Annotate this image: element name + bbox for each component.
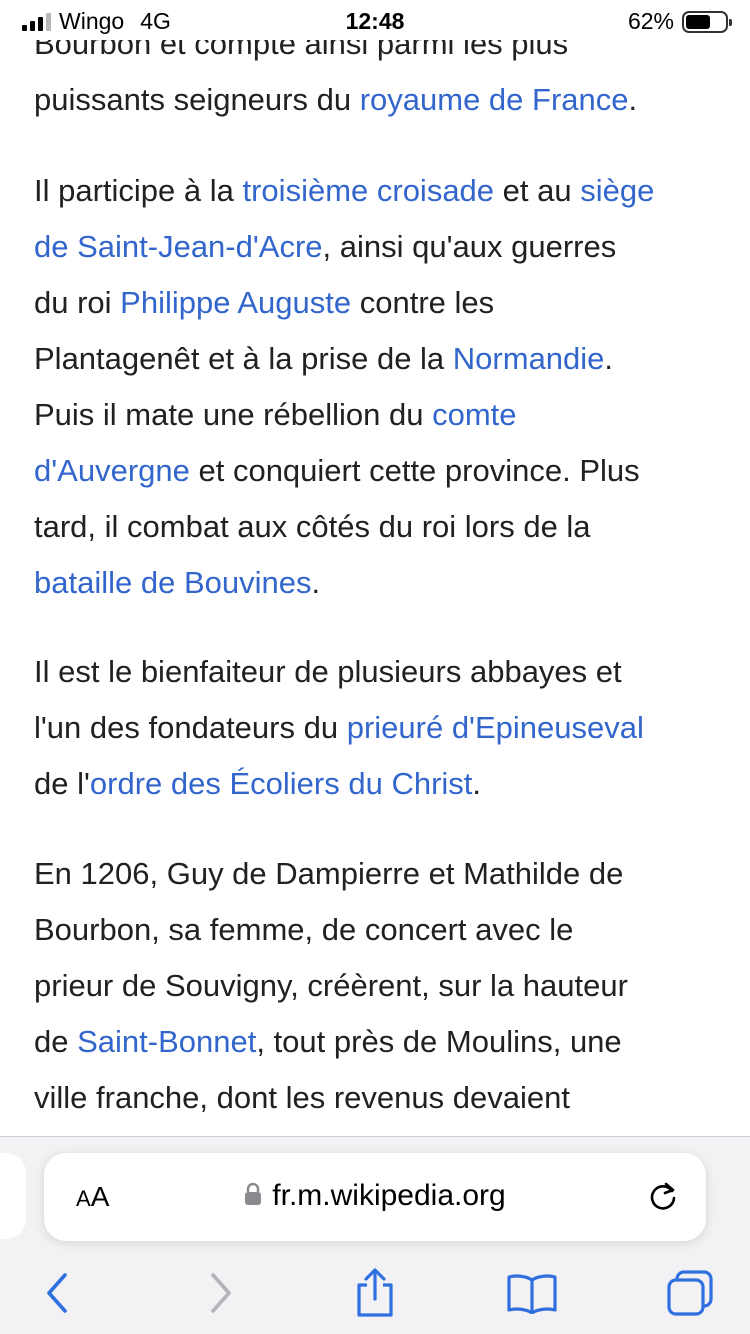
text-line: d'Auvergne et conquiert cette province. … bbox=[34, 453, 640, 488]
forward-icon bbox=[205, 1271, 235, 1320]
text-line: bataille de Bouvines. bbox=[34, 565, 320, 600]
tabs-button[interactable] bbox=[660, 1265, 720, 1325]
text-span: l'un des fondateurs du bbox=[34, 710, 347, 745]
text-span: du roi bbox=[34, 285, 121, 320]
paragraph-4: En 1206, Guy de Dampierre et Mathilde de… bbox=[34, 846, 628, 1126]
link-normandie[interactable]: Normandie bbox=[453, 341, 605, 376]
share-button[interactable] bbox=[345, 1265, 405, 1325]
link-troisieme-croisade[interactable]: troisième croisade bbox=[243, 173, 495, 208]
text-span: En 1206, Guy de Dampierre et Mathilde de bbox=[34, 856, 624, 891]
share-icon bbox=[353, 1267, 397, 1324]
text-line: Plantagenêt et à la prise de la Normandi… bbox=[34, 341, 613, 376]
link-siege-de-saint-jean-dacre[interactable]: siège bbox=[580, 173, 654, 208]
text-span: , tout près de Moulins, une bbox=[256, 1024, 622, 1059]
text-line: Il est le bienfaiteur de plusieurs abbay… bbox=[34, 654, 622, 689]
text-line: l'un des fondateurs du prieuré d'Epineus… bbox=[34, 710, 644, 745]
previous-tab-preview[interactable] bbox=[0, 1153, 26, 1239]
text-span: . bbox=[311, 565, 321, 600]
status-bar: Wingo 4G 12:48 62% bbox=[0, 0, 750, 40]
text-line: En 1206, Guy de Dampierre et Mathilde de bbox=[34, 856, 623, 891]
text-span: Il est le bienfaiteur de plusieurs abbay… bbox=[34, 654, 622, 689]
text-line: Puis il mate une rébellion du comte bbox=[34, 397, 517, 432]
text-line: ville franche, dont les revenus devaient bbox=[34, 1080, 570, 1115]
url-display[interactable]: fr.m.wikipedia.org bbox=[44, 1179, 706, 1214]
text-line: Il participe à la troisième croisade et … bbox=[34, 173, 654, 208]
url-text: fr.m.wikipedia.org bbox=[272, 1179, 506, 1212]
text-span: prieur de Souvigny, créèrent, sur la hau… bbox=[34, 968, 628, 1003]
text-span: puissants seigneurs du bbox=[34, 82, 360, 117]
text-span: , ainsi qu'aux guerres bbox=[322, 229, 617, 264]
text-span: Plantagenêt et à la prise de la bbox=[34, 341, 453, 376]
back-icon bbox=[43, 1271, 73, 1320]
reload-icon bbox=[646, 1182, 680, 1217]
link-ordre-des-ecoliers-du-christ[interactable]: ordre des Écoliers du Christ bbox=[90, 766, 473, 801]
address-bar[interactable]: AA fr.m.wikipedia.org bbox=[44, 1153, 706, 1241]
text-span: de l' bbox=[34, 766, 90, 801]
link-saint-bonnet[interactable]: Saint-Bonnet bbox=[77, 1024, 256, 1059]
text-span: . bbox=[472, 766, 482, 801]
text-line: puissants seigneurs du royaume de France… bbox=[34, 82, 637, 117]
bookmarks-button[interactable] bbox=[502, 1265, 562, 1325]
text-span: . bbox=[628, 82, 638, 117]
link-comte-dauvergne[interactable]: comte bbox=[432, 397, 516, 432]
battery-percent: 62% bbox=[627, 8, 674, 34]
forward-button[interactable] bbox=[190, 1265, 250, 1325]
link-comte-dauvergne-cont[interactable]: d'Auvergne bbox=[34, 453, 190, 488]
text-line: du roi Philippe Auguste contre les bbox=[34, 285, 494, 320]
battery-icon bbox=[682, 10, 732, 33]
text-line: de l'ordre des Écoliers du Christ. bbox=[34, 766, 481, 801]
text-span: . bbox=[604, 341, 614, 376]
text-span: ville franche, dont les revenus devaient bbox=[34, 1080, 570, 1115]
link-royaume-de-france[interactable]: royaume de France bbox=[360, 82, 629, 117]
text-span: Puis il mate une rébellion du bbox=[34, 397, 433, 432]
link-siege-de-saint-jean-dacre-cont[interactable]: de Saint-Jean-d'Acre bbox=[34, 229, 323, 264]
text-span: Il participe à la bbox=[34, 173, 243, 208]
status-right: 62% bbox=[627, 8, 732, 35]
browser-toolbar: AA fr.m.wikipedia.org bbox=[0, 1136, 750, 1334]
text-span: contre les bbox=[351, 285, 495, 320]
back-button[interactable] bbox=[28, 1265, 88, 1325]
tabs-icon bbox=[665, 1268, 715, 1323]
link-philippe-auguste[interactable]: Philippe Auguste bbox=[120, 285, 351, 320]
text-span: tard, il combat aux côtés du roi lors de… bbox=[34, 509, 591, 544]
text-span: de bbox=[34, 1024, 78, 1059]
text-span: et au bbox=[494, 173, 581, 208]
text-span: Bourbon, sa femme, de concert avec le bbox=[34, 912, 574, 947]
paragraph-2: Il participe à la troisième croisade et … bbox=[34, 163, 654, 611]
link-bataille-de-bouvines[interactable]: bataille de Bouvines bbox=[34, 565, 311, 600]
lock-icon bbox=[244, 1180, 262, 1214]
text-line: tard, il combat aux côtés du roi lors de… bbox=[34, 509, 591, 544]
text-line: Bourbon, sa femme, de concert avec le bbox=[34, 912, 573, 947]
link-prieure-depineuseval[interactable]: prieuré d'Epineuseval bbox=[347, 710, 644, 745]
text-line: prieur de Souvigny, créèrent, sur la hau… bbox=[34, 968, 628, 1003]
bookmarks-icon bbox=[506, 1272, 558, 1319]
text-span: et conquiert cette province. Plus bbox=[189, 453, 640, 488]
text-line: de Saint-Bonnet, tout près de Moulins, u… bbox=[34, 1024, 622, 1059]
paragraph-3: Il est le bienfaiteur de plusieurs abbay… bbox=[34, 644, 644, 812]
reload-button[interactable] bbox=[646, 1179, 680, 1218]
text-line: de Saint-Jean-d'Acre, ainsi qu'aux guerr… bbox=[34, 229, 616, 264]
